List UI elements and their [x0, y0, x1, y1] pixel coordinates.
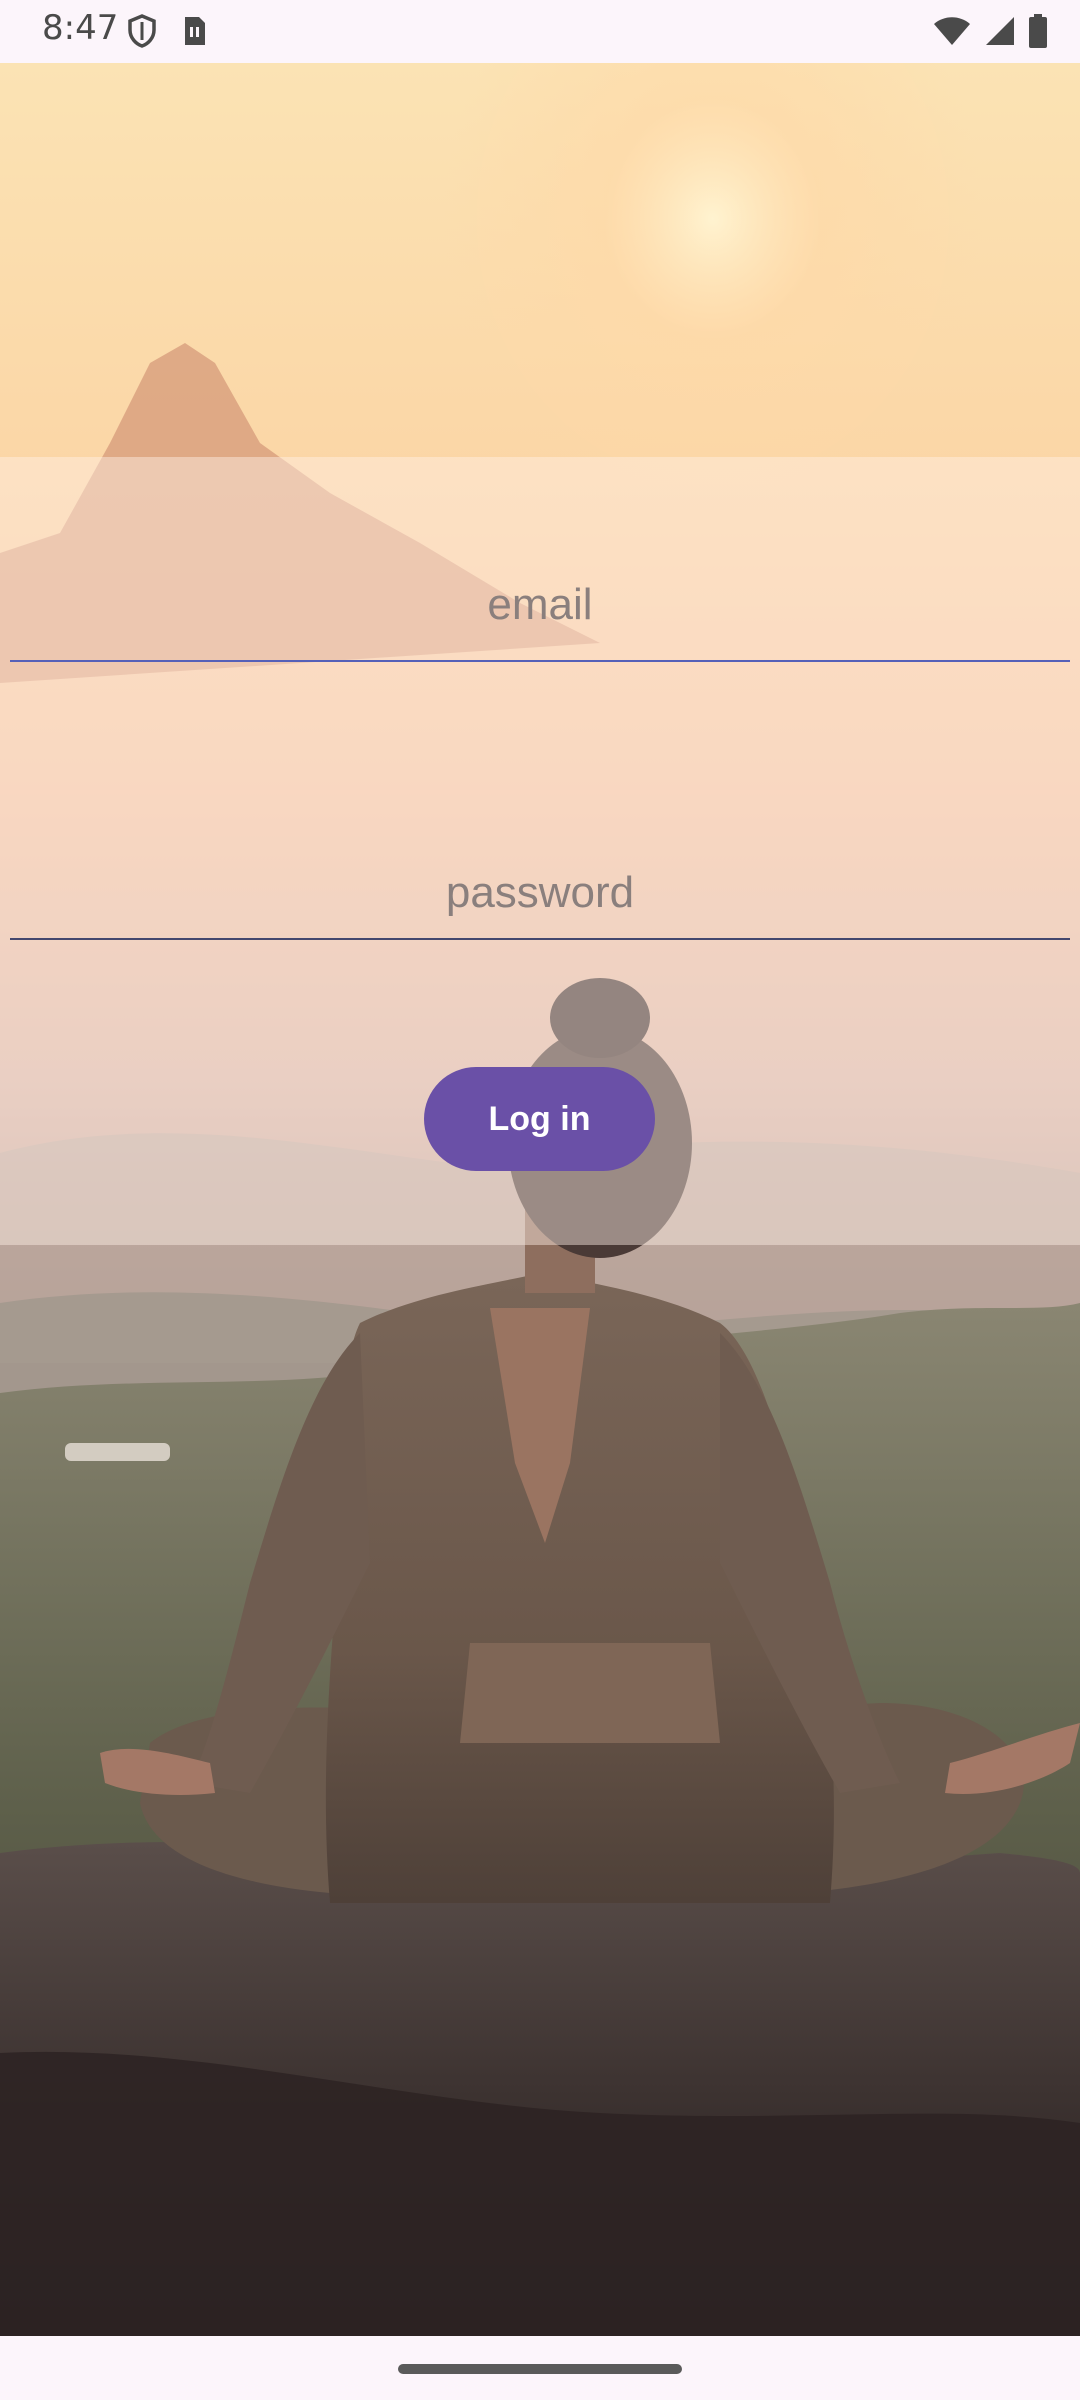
status-right-icons [932, 14, 1048, 53]
home-gesture-handle[interactable] [398, 2364, 682, 2374]
password-field[interactable] [10, 847, 1070, 940]
status-time: 8:47 [42, 8, 119, 48]
signal-icon [984, 15, 1016, 52]
shield-icon [127, 14, 157, 53]
status-bar: 8:47 [0, 0, 1080, 63]
status-left-icons [127, 14, 207, 53]
navigation-bar [0, 2336, 1080, 2400]
sim-card-icon [181, 15, 207, 52]
login-form: Log in [0, 457, 1080, 1245]
login-button[interactable]: Log in [424, 1067, 655, 1171]
battery-icon [1028, 14, 1048, 53]
wifi-icon [932, 15, 972, 52]
email-input[interactable] [10, 550, 1070, 660]
password-input[interactable] [10, 847, 1070, 938]
email-field[interactable] [10, 550, 1070, 662]
